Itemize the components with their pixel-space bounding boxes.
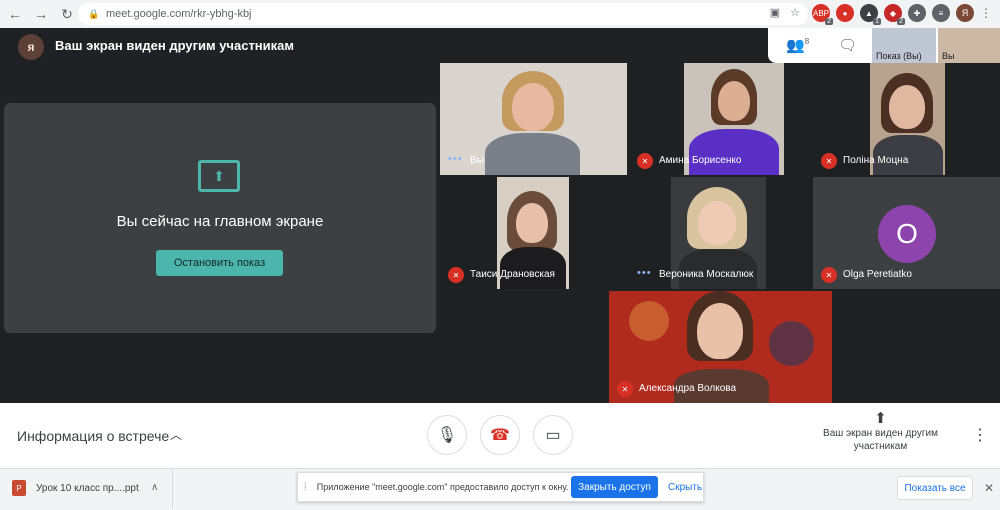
avatar: я (18, 34, 44, 60)
mic-off-icon: ✕ (821, 267, 837, 283)
url-text: meet.google.com/rkr-ybhg-kbj (106, 8, 252, 20)
lock-icon[interactable]: 🔒 (88, 9, 99, 19)
present-screen-icon: ⬆ (198, 160, 240, 192)
participant-name: Александра Волкова (639, 383, 737, 394)
divider (172, 470, 173, 508)
adblock-extension-icon[interactable]: ABP 2 (812, 4, 833, 25)
ppt-file-icon: P (12, 480, 26, 496)
back-icon[interactable]: ← (4, 3, 26, 25)
participant-name: Olga Peretiatko (843, 269, 912, 280)
show-all-downloads-button[interactable]: Показать все (897, 476, 973, 500)
grip-icon[interactable]: ⁞ (304, 482, 307, 493)
infobar-message: Приложение "meet.google.com" предоставил… (316, 482, 569, 492)
hang-up-button[interactable]: ☎ (480, 415, 520, 455)
participant-name: Таиси Драновская (470, 269, 555, 280)
close-icon[interactable]: ✕ (984, 481, 994, 495)
speaking-dots-icon: ••• (637, 267, 652, 279)
kebab-menu-icon[interactable]: ⋮ (980, 6, 992, 20)
hide-infobar-link[interactable]: Скрыть (668, 482, 702, 493)
mic-off-icon: ✕ (821, 153, 837, 169)
mic-off-icon: ✕ (637, 153, 653, 169)
more-options-icon[interactable]: ⋮ (972, 425, 988, 445)
page-title: Ваш экран виден другим участникам (55, 38, 295, 53)
reload-icon[interactable]: ↻ (56, 3, 78, 25)
participant-name: Вероника Москалюк (659, 269, 754, 280)
participant-name: Поліна Моцна (843, 155, 909, 166)
dark-extension-icon[interactable]: ◆ 2 (884, 4, 905, 25)
puzzle-icon[interactable]: ✚ (908, 4, 926, 22)
speaking-dots-icon: ••• (448, 153, 463, 165)
people-icon: 👥 (786, 37, 805, 54)
mic-off-icon: ✕ (617, 381, 633, 397)
chevron-up-icon[interactable]: ︿ (170, 426, 182, 443)
red-extension-icon[interactable]: ● (836, 4, 854, 22)
presenting-message: Вы сейчас на главном экране (116, 213, 324, 230)
address-bar[interactable]: 🔒 meet.google.com/rkr-ybhg-kbj ▣ ☆ (78, 3, 808, 25)
participant-tile[interactable]: ••• Вы (440, 63, 627, 175)
blue-extension-icon[interactable]: ▲ 1 (860, 4, 881, 25)
microphone-icon: 🎙 (436, 427, 458, 444)
self-presentation-thumbnail[interactable]: Показ (Вы) (872, 28, 936, 63)
star-icon[interactable]: ☆ (790, 6, 800, 19)
participant-tile[interactable]: ✕ Поліна Моцна (813, 63, 1000, 175)
video-camera-icon: ▭ (545, 427, 561, 444)
participant-tile[interactable]: ✕ Таиси Драновская (440, 177, 627, 289)
participant-tile[interactable]: ••• Вероника Москалюк (629, 177, 816, 289)
participant-tile[interactable]: ✕ Александра Волкова (609, 291, 832, 403)
profile-avatar[interactable]: Я (956, 4, 974, 22)
camera-icon[interactable]: ▣ (770, 6, 780, 19)
camera-button[interactable]: ▭ (533, 415, 573, 455)
participant-avatar: O (878, 205, 936, 263)
meeting-info-button[interactable]: Информация о встрече (17, 428, 169, 444)
self-camera-thumbnail[interactable]: Вы (938, 28, 1000, 63)
chat-button[interactable]: 🗨 (838, 36, 857, 54)
stop-presenting-button[interactable]: Остановить показ (156, 250, 283, 276)
participant-name: Вы (470, 155, 484, 166)
presenting-button[interactable]: ⬆ Ваш экран виден другим участникам (808, 410, 953, 453)
phone-hangup-icon: ☎ (490, 427, 510, 444)
people-button[interactable]: 👥8 (786, 36, 809, 54)
present-screen-icon: ⬆ (874, 410, 887, 427)
download-file-name: Урок 10 класс пр....ppt (36, 482, 139, 494)
stop-sharing-button[interactable]: Закрыть доступ (571, 476, 658, 498)
microphone-button[interactable]: 🎙 (427, 415, 467, 455)
forward-icon[interactable]: → (30, 3, 52, 25)
chat-icon: 🗨 (838, 37, 858, 54)
participant-name: Амина Борисенко (659, 155, 742, 166)
chevron-up-icon[interactable]: ∧ (151, 482, 158, 493)
download-item[interactable]: P Урок 10 класс пр....ppt (12, 480, 139, 496)
mic-off-icon: ✕ (448, 267, 464, 283)
playlist-icon[interactable]: ≡ (932, 4, 950, 22)
